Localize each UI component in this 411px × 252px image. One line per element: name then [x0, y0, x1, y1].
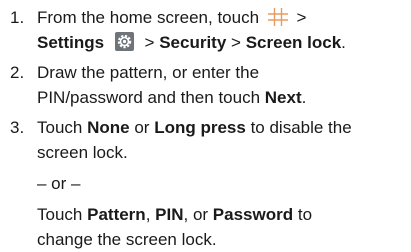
step-1-line-1: From the home screen, touch > [37, 5, 411, 30]
separator: > [231, 33, 241, 52]
step-1-line-2: Settings > Security > Screen lock. [37, 30, 411, 55]
step-text: or [134, 118, 150, 137]
menu-screen-lock: Screen lock [245, 33, 342, 52]
step-text: PIN/password and then touch [37, 88, 261, 107]
step-text: to [297, 205, 313, 224]
separator: > [144, 33, 155, 52]
step-text: to disable the [250, 118, 352, 137]
period: . [341, 33, 346, 52]
step-text: , or [183, 205, 209, 224]
step-3-line-1: Touch None or Long press to disable the [37, 115, 411, 140]
option-pin: PIN [155, 205, 184, 224]
step-text: Touch [37, 118, 83, 137]
step-3: 3. Touch None or Long press to disable t… [0, 115, 411, 252]
or-divider: – or – [37, 174, 81, 193]
option-pattern: Pattern [87, 205, 146, 224]
menu-next: Next [264, 88, 302, 107]
step-2: 2. Draw the pattern, or enter the PIN/pa… [0, 60, 411, 110]
step-1: 1. From the home screen, touch > Setting… [0, 5, 411, 55]
step-number: 1. [10, 8, 25, 27]
option-none: None [87, 118, 130, 137]
step-text: Touch [37, 205, 83, 224]
menu-settings: Settings [37, 33, 105, 52]
menu-security: Security [159, 33, 227, 52]
step-3-line-4: Touch Pattern, PIN, or Password to [37, 202, 411, 227]
step-number: 2. [10, 63, 25, 82]
settings-gear-icon [114, 32, 134, 52]
comma: , [145, 205, 151, 224]
step-3-line-5: change the screen lock. [37, 230, 217, 249]
step-2-line-1: Draw the pattern, or enter the [37, 63, 260, 82]
apps-grid-icon [267, 7, 289, 27]
step-number: 3. [10, 118, 25, 137]
step-2-line-2: PIN/password and then touch Next. [37, 85, 411, 110]
option-password: Password [212, 205, 294, 224]
period: . [301, 88, 307, 107]
step-text: From the home screen, touch [37, 8, 260, 27]
option-long-press: Long press [154, 118, 246, 137]
step-text: > [296, 8, 307, 27]
step-3-line-2: screen lock. [37, 143, 128, 162]
